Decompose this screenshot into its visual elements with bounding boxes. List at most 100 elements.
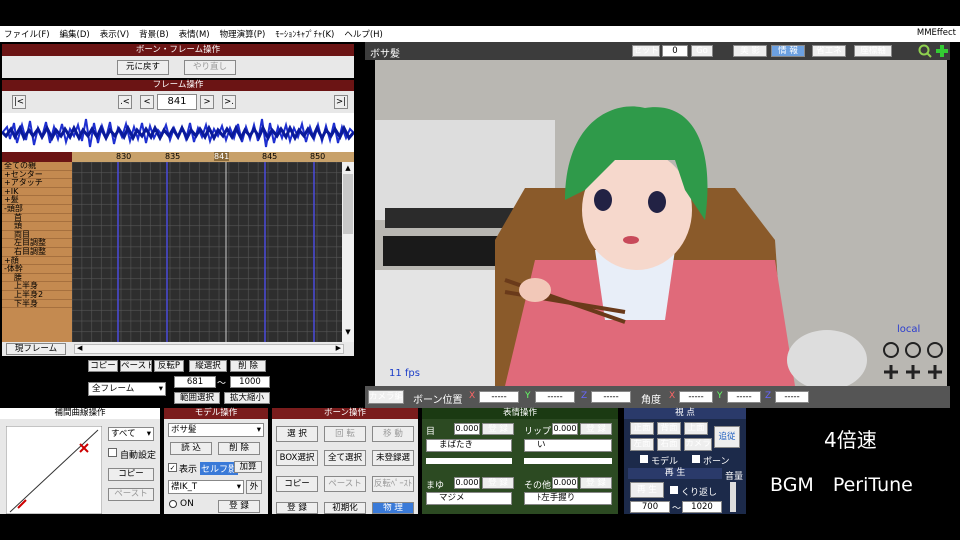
on-radio[interactable] xyxy=(169,500,177,508)
bone-register-button[interactable]: 登 録 xyxy=(276,502,318,514)
front-view-button[interactable]: 正面 xyxy=(630,422,654,435)
repeat-checkbox[interactable] xyxy=(670,486,678,494)
info-button[interactable]: 情 報 xyxy=(771,45,805,57)
other-register-button[interactable]: 登 録 xyxy=(580,477,612,489)
3d-viewport[interactable]: 11 fps local xyxy=(375,60,947,386)
right-view-button[interactable]: 右面 xyxy=(657,438,681,451)
other-morph-select[interactable]: ﾄ左手握り xyxy=(524,492,612,505)
eye-value[interactable]: 0.000 xyxy=(454,423,480,435)
back-view-button[interactable]: 背面 xyxy=(657,422,681,435)
menu-edit[interactable]: 編集(D) xyxy=(60,28,90,40)
bone-copy-button[interactable]: コピー xyxy=(276,476,318,492)
additive-button[interactable]: 加算 xyxy=(234,461,262,473)
scale-button[interactable]: 拡大縮小 xyxy=(224,392,270,404)
gizmo-controls-icon[interactable] xyxy=(879,340,945,382)
keyframe-timeline[interactable] xyxy=(72,162,342,342)
eco-button[interactable]: 省エネ xyxy=(812,45,846,57)
range-to-input[interactable]: 1000 xyxy=(230,376,270,388)
interp-target-select[interactable]: すべて ▾ xyxy=(108,427,154,441)
bone-paste-button[interactable]: ペースト xyxy=(324,476,366,492)
add-icon[interactable] xyxy=(935,44,949,58)
lip-register-button[interactable]: 登 録 xyxy=(580,423,612,435)
model-register-button[interactable]: 登 録 xyxy=(218,500,260,513)
bone-z-input[interactable]: ----- xyxy=(591,391,631,403)
frame-ruler[interactable]: 830 835 841 845 850 xyxy=(72,152,354,162)
menu-expression[interactable]: 表情(M) xyxy=(179,28,210,40)
camera-view-button[interactable]: カメラ xyxy=(684,438,712,451)
bone-row[interactable]: -頭部 xyxy=(2,204,72,214)
lip-morph-select[interactable]: い xyxy=(524,439,612,452)
lip-value[interactable]: 0.000 xyxy=(552,423,578,435)
play-button[interactable]: 再 生 xyxy=(630,482,664,498)
eye-morph-select[interactable]: まばたき xyxy=(426,439,512,452)
last-frame-button[interactable]: >| xyxy=(334,95,348,109)
frame-scope-select[interactable]: 全フレーム ▾ xyxy=(88,382,166,396)
scroll-right-icon[interactable]: ▶ xyxy=(336,344,341,352)
scroll-up-icon[interactable]: ▲ xyxy=(343,164,353,174)
interp-paste-button[interactable]: ペースト xyxy=(108,488,154,501)
move-button[interactable]: 移 動 xyxy=(372,426,414,442)
top-view-button[interactable]: 上面 xyxy=(684,422,708,435)
ik-select[interactable]: 襟IK_T ▾ xyxy=(168,480,244,494)
scroll-left-icon[interactable]: ◀ xyxy=(77,344,82,352)
menu-physics[interactable]: 物理演算(P) xyxy=(220,28,266,40)
play-to-input[interactable]: 1020 xyxy=(682,501,722,513)
external-parent-button[interactable]: 外 xyxy=(246,480,262,494)
menu-help[interactable]: ヘルプ(H) xyxy=(344,28,383,40)
menu-mocap[interactable]: ﾓｰｼｮﾝｷｬﾌﾟﾁｬ(K) xyxy=(275,28,334,40)
next-frame-button[interactable]: > xyxy=(200,95,214,109)
frame-number-input[interactable]: 841 xyxy=(157,94,197,110)
menu-mmeffect[interactable]: MMEffect xyxy=(917,28,956,38)
current-frame-button[interactable]: 現フレーム xyxy=(6,343,66,355)
bone-reverse-paste-button[interactable]: 反転ﾍﾟｰｽﾄ xyxy=(372,476,414,492)
self-shadow-toggle[interactable]: セルフ影 xyxy=(200,462,239,475)
left-view-button[interactable]: 左面 xyxy=(630,438,654,451)
select-button[interactable]: 選 択 xyxy=(276,426,318,442)
audio-waveform[interactable] xyxy=(0,113,356,152)
model-view-checkbox[interactable] xyxy=(640,455,648,463)
set-button[interactable]: セット xyxy=(632,45,660,57)
hscroll-track[interactable]: ◀ ▶ xyxy=(74,344,344,354)
go-button[interactable]: Go xyxy=(691,45,713,57)
reverse-paste-button[interactable]: 反転P xyxy=(154,360,184,372)
undo-button[interactable]: 元に戻す xyxy=(117,60,169,75)
scroll-thumb[interactable] xyxy=(343,174,353,234)
load-model-button[interactable]: 読 込 xyxy=(170,442,212,455)
follow-button[interactable]: 追従 xyxy=(714,426,740,448)
angle-z-input[interactable]: ----- xyxy=(775,391,809,403)
eye-slider[interactable] xyxy=(426,458,512,464)
zoom-icon[interactable] xyxy=(918,44,932,58)
prev-frame-button[interactable]: < xyxy=(140,95,154,109)
bone-row[interactable]: 下半身 xyxy=(2,299,72,309)
angle-y-input[interactable]: ----- xyxy=(727,391,761,403)
bone-x-input[interactable]: ----- xyxy=(479,391,519,403)
menu-background[interactable]: 背景(B) xyxy=(139,28,168,40)
menu-view[interactable]: 表示(V) xyxy=(100,28,129,40)
eye-register-button[interactable]: 登 録 xyxy=(482,423,514,435)
camera-edit-tab[interactable]: カメラ編 xyxy=(368,390,404,404)
show-checkbox[interactable]: ✓ xyxy=(168,463,177,472)
menu-file[interactable]: ファイル(F) xyxy=(4,28,50,40)
lip-slider[interactable] xyxy=(524,458,612,464)
rotate-button[interactable]: 回 転 xyxy=(324,426,366,442)
other-value[interactable]: 0.000 xyxy=(552,477,578,489)
bone-view-checkbox[interactable] xyxy=(692,455,700,463)
delete-model-button[interactable]: 削 除 xyxy=(218,442,260,455)
first-frame-button[interactable]: |< xyxy=(12,95,26,109)
interpolation-curve-graph[interactable] xyxy=(6,426,102,514)
unregistered-select-button[interactable]: 未登録選 xyxy=(372,450,414,466)
physics-button[interactable]: 物 理 xyxy=(372,502,414,514)
bone-row[interactable]: 首 xyxy=(2,213,72,223)
prev-key-button[interactable]: .< xyxy=(118,95,132,109)
range-from-input[interactable]: 681 xyxy=(174,376,216,388)
delete-button[interactable]: 削 除 xyxy=(230,360,266,372)
interp-copy-button[interactable]: コピー xyxy=(108,468,154,481)
auto-setting-checkbox[interactable] xyxy=(108,448,117,457)
vertical-select-button[interactable]: 縦選択 xyxy=(189,360,227,372)
axis-button[interactable]: 座標軸 xyxy=(854,45,892,57)
next-key-button[interactable]: >. xyxy=(222,95,236,109)
model-select[interactable]: ボサ髪 ▾ xyxy=(168,423,264,437)
angle-x-input[interactable]: ----- xyxy=(679,391,713,403)
box-select-button[interactable]: BOX選択 xyxy=(276,450,318,466)
paste-button[interactable]: ペースト xyxy=(120,360,152,372)
